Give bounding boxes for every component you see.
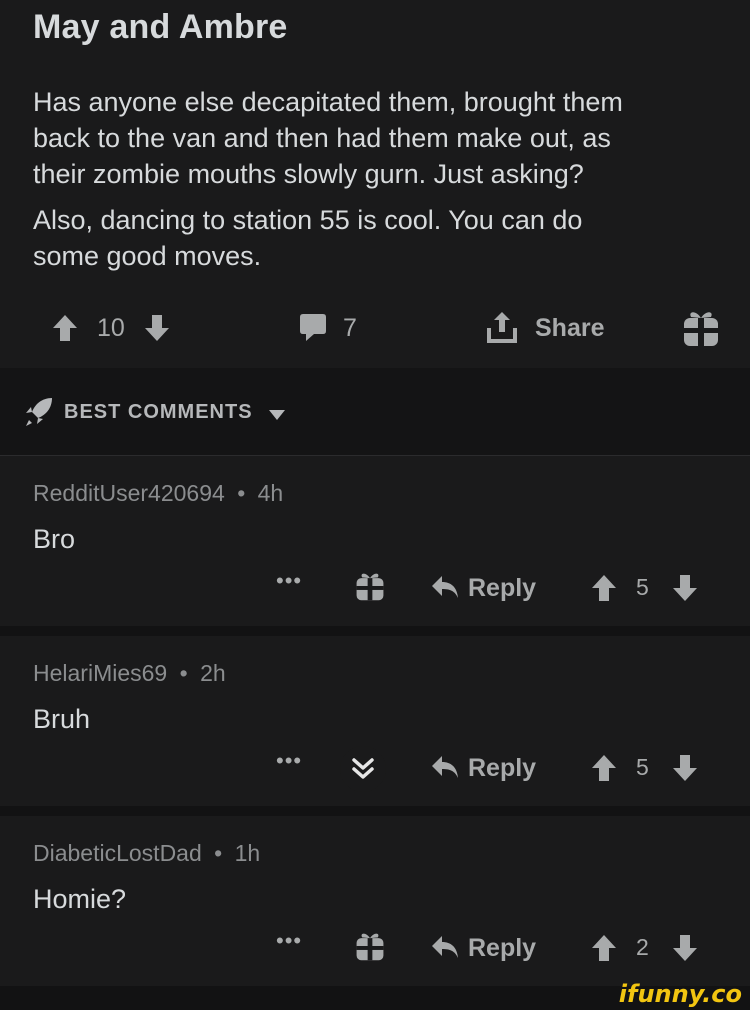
meta-separator: • <box>214 840 223 866</box>
arrow-up-icon[interactable] <box>591 574 617 607</box>
comment: RedditUser420694 • 4h Bro ••• Reply 5 <box>0 456 750 626</box>
post-body: Has anyone else decapitated them, brough… <box>33 84 723 284</box>
comments-button[interactable] <box>298 312 328 344</box>
reply-button[interactable]: Reply <box>468 574 536 603</box>
comment-score: 5 <box>636 754 649 780</box>
comment-meta: HelariMies69 • 2h <box>33 660 226 687</box>
arrow-down-icon <box>145 315 169 341</box>
comment-text: Bro <box>33 524 76 554</box>
reply-button[interactable]: Reply <box>468 934 536 963</box>
upvote-button[interactable] <box>52 314 78 342</box>
comment-count: 7 <box>343 314 357 342</box>
share-button[interactable] <box>486 310 518 344</box>
arrow-up-icon[interactable] <box>591 934 617 967</box>
share-icon <box>487 312 517 343</box>
reply-arrow-icon[interactable] <box>430 574 460 605</box>
arrow-up-icon <box>53 315 77 341</box>
rocket-icon <box>24 396 54 433</box>
comment: HelariMies69 • 2h Bruh ••• Reply 5 <box>0 636 750 806</box>
comment-age: 1h <box>234 840 261 866</box>
comment-divider <box>0 626 750 636</box>
post-paragraph: Has anyone else decapitated them, brough… <box>33 87 623 189</box>
post-action-bar: 10 7 Share <box>0 308 750 352</box>
arrow-up-icon[interactable] <box>591 754 617 787</box>
arrow-down-icon[interactable] <box>672 754 698 787</box>
arrow-down-icon[interactable] <box>672 934 698 967</box>
page: May and Ambre Has anyone else decapitate… <box>0 0 750 1010</box>
comment-age: 4h <box>257 480 284 506</box>
downvote-button[interactable] <box>144 314 170 342</box>
arrow-down-icon[interactable] <box>672 574 698 607</box>
gift-icon[interactable] <box>355 570 385 607</box>
comment: DiabeticLostDad • 1h Homie? ••• Reply 2 <box>0 816 750 986</box>
more-options-button[interactable]: ••• <box>276 928 302 954</box>
more-options-button[interactable]: ••• <box>276 748 302 774</box>
reply-button[interactable]: Reply <box>468 754 536 783</box>
comment-author[interactable]: RedditUser420694 <box>33 480 225 506</box>
double-chevron-down-icon[interactable] <box>340 746 386 792</box>
comment-author[interactable]: DiabeticLostDad <box>33 840 202 866</box>
comment-author[interactable]: HelariMies69 <box>33 660 167 686</box>
reply-arrow-icon[interactable] <box>430 934 460 965</box>
ifunny-watermark: ifunny.co <box>618 980 742 1008</box>
post-title: May and Ambre <box>33 8 288 46</box>
comment-text: Bruh <box>33 704 91 734</box>
gift-icon[interactable] <box>355 930 385 967</box>
sort-label: BEST COMMENTS <box>64 401 253 423</box>
more-options-button[interactable]: ••• <box>276 568 302 594</box>
post-paragraph: Also, dancing to station 55 is cool. You… <box>33 205 583 271</box>
comment-divider <box>0 806 750 816</box>
reply-arrow-icon[interactable] <box>430 754 460 785</box>
award-button[interactable] <box>682 308 720 348</box>
comment-score: 2 <box>636 934 649 960</box>
caret-down-icon <box>268 408 286 426</box>
comment-sort-selector[interactable]: BEST COMMENTS <box>0 368 750 456</box>
comment-score: 5 <box>636 574 649 600</box>
meta-separator: • <box>179 660 188 686</box>
comment-text: Homie? <box>33 884 127 914</box>
comment-bubble-icon <box>300 314 326 341</box>
meta-separator: • <box>237 480 246 506</box>
comment-age: 2h <box>200 660 226 686</box>
comment-meta: RedditUser420694 • 4h <box>33 480 283 507</box>
post-score: 10 <box>97 314 125 342</box>
post: May and Ambre Has anyone else decapitate… <box>0 0 750 368</box>
comment-meta: DiabeticLostDad • 1h <box>33 840 260 867</box>
gift-icon <box>684 312 718 346</box>
share-label[interactable]: Share <box>535 314 604 343</box>
